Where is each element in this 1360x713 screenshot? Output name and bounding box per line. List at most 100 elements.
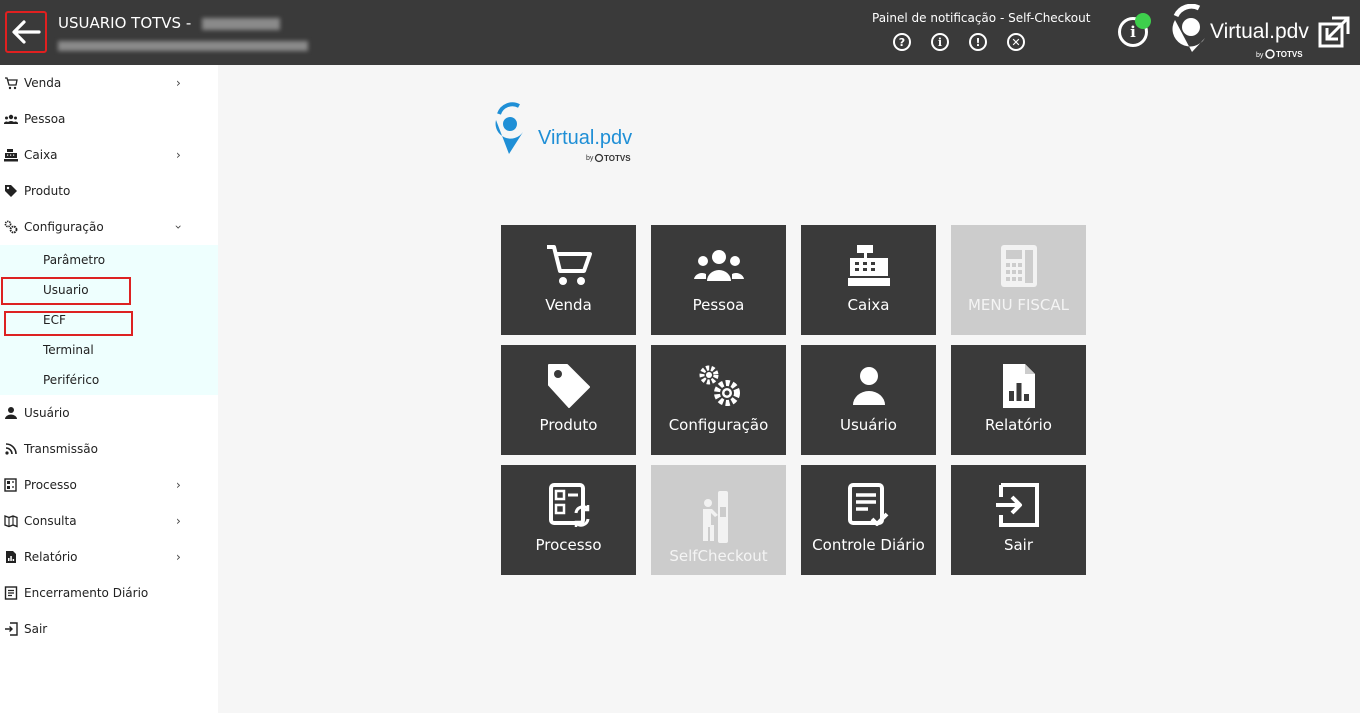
people-icon: [694, 250, 744, 281]
sidebar-item-consulta[interactable]: Consulta ›: [0, 503, 218, 539]
submenu-item-terminal[interactable]: Terminal: [0, 335, 218, 365]
sidebar-item-produto[interactable]: Produto: [0, 173, 218, 209]
cash-register-icon: [4, 148, 18, 162]
submenu-item-periferico[interactable]: Periférico: [0, 365, 218, 395]
back-button[interactable]: [5, 11, 47, 53]
expand-window-icon[interactable]: [1318, 16, 1350, 48]
arrow-left-icon: [12, 20, 41, 44]
chevron-right-icon: ›: [176, 514, 181, 528]
tile-relatorio[interactable]: Relatório: [951, 345, 1086, 455]
tile-label: Venda: [545, 296, 592, 314]
sidebar-item-label: Produto: [24, 184, 71, 198]
sidebar-item-encerramento-diario[interactable]: Encerramento Diário: [0, 575, 218, 611]
sidebar-item-transmissao[interactable]: Transmissão: [0, 431, 218, 467]
tile-label: Usuário: [839, 416, 897, 434]
user-icon: [4, 406, 18, 420]
tile-sair[interactable]: Sair: [951, 465, 1086, 575]
main-logo-by: by: [586, 155, 594, 162]
sidebar-item-configuracao[interactable]: Configuração ›: [0, 209, 218, 245]
exit-icon: [996, 483, 1039, 527]
info-icon[interactable]: i: [931, 33, 949, 51]
sidebar-item-venda[interactable]: Venda ›: [0, 65, 218, 101]
tile-caixa[interactable]: Caixa: [801, 225, 936, 335]
tag-icon: [548, 364, 590, 408]
sidebar-item-label: Configuração: [24, 220, 104, 234]
process-icon: [549, 483, 590, 527]
sidebar-item-label: Relatório: [24, 550, 78, 564]
tile-label: Processo: [535, 536, 602, 554]
config-submenu: Parâmetro Usuario ECF Terminal Periféric…: [0, 245, 218, 395]
people-icon: [4, 112, 18, 126]
tile-label: Configuração: [668, 416, 769, 434]
tile-produto[interactable]: Produto: [501, 345, 636, 455]
tag-icon: [4, 184, 18, 198]
sidebar: Venda › Pessoa Caixa › Produto Configura…: [0, 65, 218, 713]
submenu-item-parametro[interactable]: Parâmetro: [0, 245, 218, 275]
tile-controle-diario[interactable]: Controle Diário: [801, 465, 936, 575]
self-checkout-icon: [703, 491, 728, 543]
alert-icon[interactable]: !: [969, 33, 987, 51]
sidebar-item-pessoa[interactable]: Pessoa: [0, 101, 218, 137]
virtualpdv-logo: Virtual.pdv by TOTVS: [1172, 4, 1309, 59]
virtualpdv-main-logo: Virtual.pdv by TOTVS: [495, 102, 632, 163]
tile-selfcheckout: SelfCheckout: [651, 465, 786, 575]
close-icon[interactable]: ✕: [1007, 33, 1025, 51]
broadcast-icon: [4, 442, 18, 456]
chevron-down-icon: ›: [171, 224, 186, 230]
sidebar-item-label: Pessoa: [24, 112, 66, 126]
sidebar-item-label: Usuário: [24, 406, 70, 420]
tile-label: SelfCheckout: [669, 547, 768, 565]
tile-label: Produto: [539, 416, 598, 434]
main-logo-totvs: TOTVS: [604, 154, 631, 163]
tile-configuracao[interactable]: Configuração: [651, 345, 786, 455]
report-icon: [4, 550, 18, 564]
sidebar-item-caixa[interactable]: Caixa ›: [0, 137, 218, 173]
module-tiles-grid: Venda Pessoa Caixa MENU FISCAL Produto C…: [501, 225, 1086, 575]
tile-venda[interactable]: Venda: [501, 225, 636, 335]
notification-panel-title: Painel de notificação - Self-Checkout: [872, 11, 1091, 25]
chevron-right-icon: ›: [176, 76, 181, 90]
redacted-date: [202, 17, 281, 30]
gears-icon: [4, 220, 18, 234]
top-logo-totvs: TOTVS: [1276, 50, 1303, 59]
cash-register-icon: [848, 245, 890, 286]
sidebar-item-label: Encerramento Diário: [24, 586, 149, 600]
tile-label: MENU FISCAL: [967, 296, 1070, 314]
tile-label: Pessoa: [692, 296, 745, 314]
sidebar-item-processo[interactable]: Processo ›: [0, 467, 218, 503]
sidebar-item-relatorio[interactable]: Relatório ›: [0, 539, 218, 575]
chevron-right-icon: ›: [176, 148, 181, 162]
top-bar: USUARIO TOTVS - Painel de notificação - …: [0, 0, 1360, 65]
tile-usuario[interactable]: Usuário: [801, 345, 936, 455]
map-icon: [4, 514, 18, 528]
sidebar-item-label: Processo: [24, 478, 77, 492]
tile-label: Controle Diário: [812, 536, 925, 554]
submenu-item-usuario[interactable]: Usuario: [0, 275, 218, 305]
main-logo-text: Virtual.pdv: [538, 127, 632, 149]
tile-processo[interactable]: Processo: [501, 465, 636, 575]
sidebar-item-label: Transmissão: [24, 442, 98, 456]
submenu-item-ecf[interactable]: ECF: [0, 305, 218, 335]
user-icon: [853, 367, 885, 405]
sidebar-item-label: Sair: [24, 622, 48, 636]
sidebar-item-label: Consulta: [24, 514, 77, 528]
tile-menu-fiscal: MENU FISCAL: [951, 225, 1086, 335]
help-icon[interactable]: ?: [893, 33, 911, 51]
calculator-icon: [1001, 245, 1037, 287]
sidebar-item-sair[interactable]: Sair: [0, 611, 218, 647]
process-icon: [4, 478, 18, 492]
sidebar-item-label: Venda: [24, 76, 62, 90]
online-status-dot: [1135, 13, 1151, 29]
list-icon: [4, 586, 18, 600]
gears-icon: [699, 365, 740, 406]
tile-label: Relatório: [985, 416, 1052, 434]
user-title-text: USUARIO TOTVS -: [58, 14, 197, 32]
user-title: USUARIO TOTVS -: [58, 14, 281, 32]
top-logo-text: Virtual.pdv: [1210, 20, 1309, 43]
tile-label: Caixa: [847, 296, 890, 314]
top-logo-by: by: [1256, 52, 1264, 59]
tile-pessoa[interactable]: Pessoa: [651, 225, 786, 335]
cart-icon: [4, 76, 18, 90]
sidebar-item-usuario[interactable]: Usuário: [0, 395, 218, 431]
cart-icon: [547, 245, 592, 285]
